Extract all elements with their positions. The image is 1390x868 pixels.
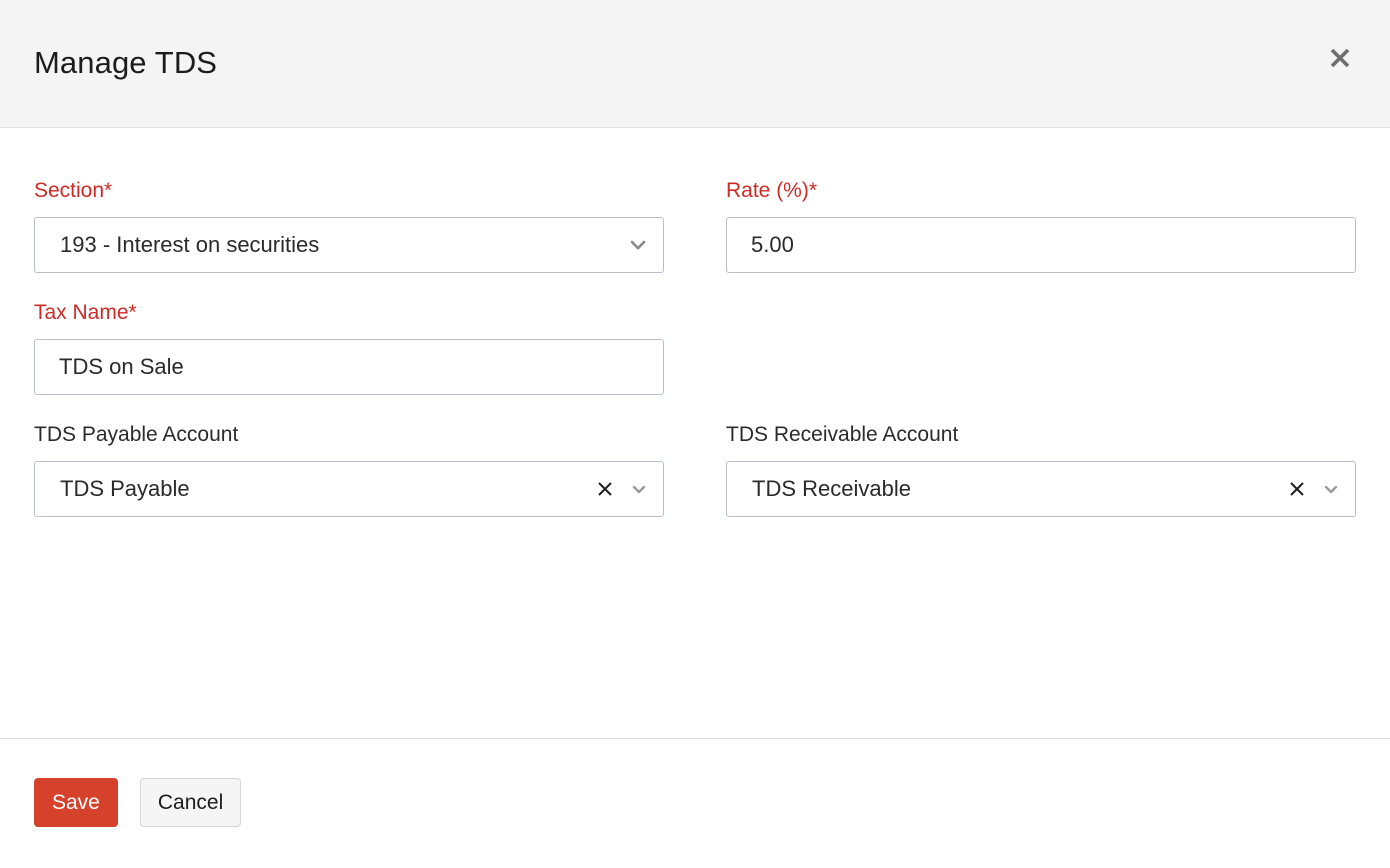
rate-field: Rate (%)* 5.00 <box>726 178 1356 273</box>
form-row-1: Section* 193 - Interest on securities Ra… <box>34 178 1356 300</box>
tds-receivable-account-label: TDS Receivable Account <box>726 423 959 446</box>
modal-header: Manage TDS <box>0 0 1390 128</box>
tax-name-field: Tax Name* TDS on Sale <box>34 300 664 395</box>
tds-receivable-field-group: TDS Receivable Account TDS Receivable <box>726 422 1356 544</box>
rate-input[interactable]: 5.00 <box>726 217 1356 273</box>
modal-body: Section* 193 - Interest on securities Ra… <box>0 128 1390 868</box>
section-selected-value: 193 - Interest on securities <box>60 232 320 257</box>
tax-name-label: Tax Name* <box>34 301 137 324</box>
tds-payable-field-group: TDS Payable Account TDS Payable <box>34 422 664 544</box>
close-icon[interactable] <box>593 477 617 501</box>
tax-name-field-group: Tax Name* TDS on Sale <box>34 300 664 422</box>
tax-name-value: TDS on Sale <box>59 354 184 379</box>
cancel-button[interactable]: Cancel <box>139 778 242 827</box>
page-title: Manage TDS <box>34 45 218 80</box>
section-select[interactable]: 193 - Interest on securities <box>34 217 664 273</box>
section-label: Section* <box>34 179 113 202</box>
form-grid: Section* 193 - Interest on securities Ra… <box>34 178 1356 544</box>
close-icon[interactable] <box>1285 477 1309 501</box>
rate-label: Rate (%)* <box>726 179 818 202</box>
form-row-2: Tax Name* TDS on Sale <box>34 300 1356 422</box>
modal-footer: Save Cancel <box>0 738 1390 868</box>
tds-payable-account-label: TDS Payable Account <box>34 423 239 446</box>
chevron-down-icon[interactable] <box>1321 479 1341 499</box>
tds-receivable-account-select[interactable]: TDS Receivable <box>726 461 1356 517</box>
chevron-down-icon[interactable] <box>627 234 649 256</box>
close-icon[interactable] <box>1320 38 1360 78</box>
section-field: Section* 193 - Interest on securities <box>34 178 664 273</box>
tds-receivable-account-value: TDS Receivable <box>752 476 911 501</box>
tds-payable-account-select[interactable]: TDS Payable <box>34 461 664 517</box>
tds-payable-account-value: TDS Payable <box>60 476 190 501</box>
rate-value: 5.00 <box>751 232 794 257</box>
tds-receivable-account-field: TDS Receivable Account TDS Receivable <box>726 422 1356 517</box>
tds-payable-account-field: TDS Payable Account TDS Payable <box>34 422 664 517</box>
rate-field-group: Rate (%)* 5.00 <box>726 178 1356 300</box>
save-button[interactable]: Save <box>34 778 118 827</box>
section-field-group: Section* 193 - Interest on securities <box>34 178 664 300</box>
tax-name-input[interactable]: TDS on Sale <box>34 339 664 395</box>
manage-tds-modal: Manage TDS Section* 193 - Interest on se… <box>0 0 1390 868</box>
chevron-down-icon[interactable] <box>629 479 649 499</box>
form-row-3: TDS Payable Account TDS Payable TDS Rece… <box>34 422 1356 544</box>
